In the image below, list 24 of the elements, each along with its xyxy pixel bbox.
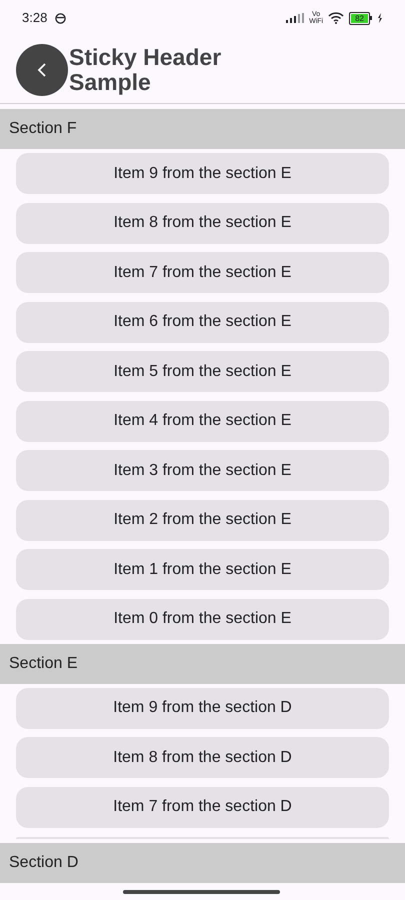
list-item[interactable]: Item 1 from the section E: [16, 549, 389, 590]
battery-icon: 82: [349, 12, 372, 24]
list-item[interactable]: Item 4 from the section E: [16, 400, 389, 442]
list-item[interactable]: Item 8 from the section D: [16, 737, 389, 778]
list-item[interactable]: Item 3 from the section E: [16, 450, 389, 491]
list-item[interactable]: Item 9 from the section E: [16, 153, 389, 194]
list-item[interactable]: Item 7 from the section D: [16, 786, 389, 828]
section-header: Section F: [0, 109, 405, 149]
back-button[interactable]: [16, 44, 68, 96]
list-item[interactable]: Item 9 from the section D: [16, 688, 389, 728]
back-icon: [37, 62, 47, 78]
list-item[interactable]: Item 2 from the section E: [16, 500, 389, 540]
wifi-icon: [328, 12, 344, 24]
list-item[interactable]: Item 5 from the section E: [16, 351, 389, 392]
list-item[interactable]: Item 0 from the section E: [16, 598, 389, 640]
section-header: Section E: [0, 644, 405, 684]
section-header: Section D: [0, 843, 405, 883]
list-item[interactable]: Item 8 from the section E: [16, 202, 389, 244]
page-title: Sticky Header Sample: [69, 44, 222, 94]
charging-icon: [377, 13, 383, 23]
list-item[interactable]: Item 6 from the section E: [16, 302, 389, 342]
signal-icon: [286, 13, 304, 23]
status-time: 3:28: [22, 9, 48, 28]
list-item[interactable]: Item 7 from the section E: [16, 252, 389, 293]
